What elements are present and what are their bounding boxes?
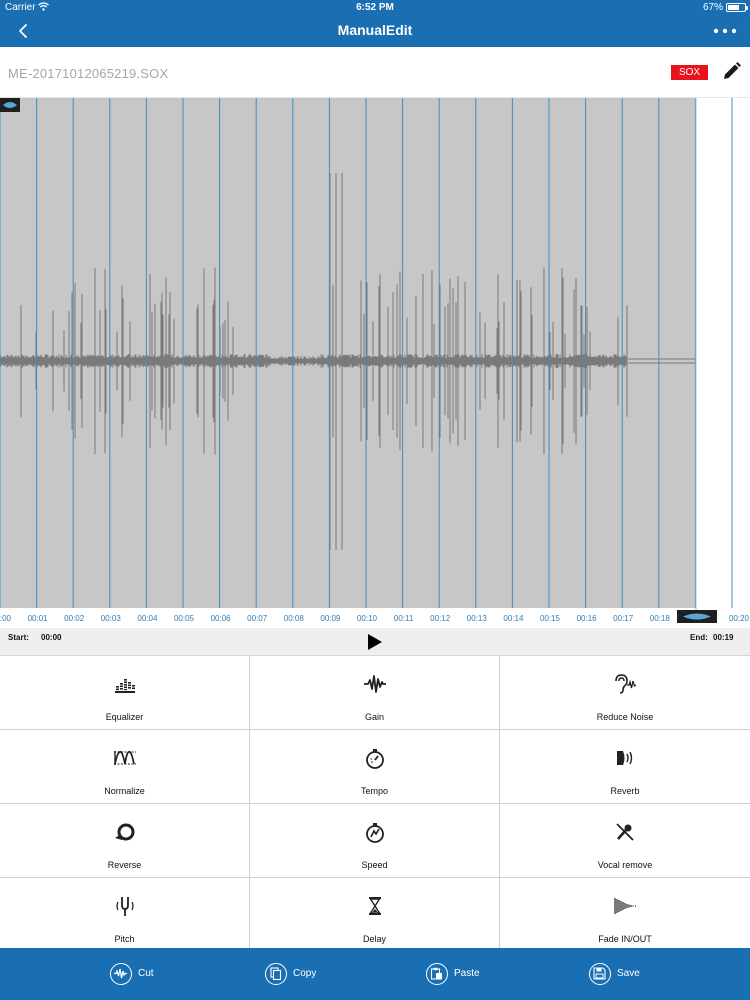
timeline-tick-label: 00:07 [247,614,268,623]
battery-percent: 67% [702,2,723,13]
tempo-icon [366,749,384,769]
reduce-noise-icon [615,674,637,694]
normalize-icon [114,750,136,765]
cut-button[interactable]: Cut [110,963,170,985]
timeline-tick-label: 00:02 [64,614,85,623]
selection-start-handle[interactable] [0,98,20,112]
timeline-tick-label: 00:16 [577,614,598,623]
battery-icon [726,3,748,12]
timeline-tick-label: 00:10 [357,614,378,623]
tool-tempo[interactable]: Tempo [250,730,500,804]
bottom-toolbar: Cut Copy Paste Save [0,948,750,1000]
tool-label: Pitch [114,934,135,944]
tool-label: Reverse [107,860,142,870]
tool-speed[interactable]: Speed [250,804,500,878]
cut-label: Cut [138,968,154,979]
format-badge: SOX [671,65,708,80]
tool-gain[interactable]: Gain [250,656,500,730]
tool-reverse[interactable]: Reverse [0,804,250,878]
save-label: Save [617,968,640,979]
tool-label: Tempo [360,786,388,796]
reverse-icon [115,823,135,841]
page-title: ManualEdit [337,22,413,38]
edit-pencil-button[interactable] [720,61,742,83]
tool-label: Reverb [610,786,640,796]
status-bar: Carrier 6:52 PM 67% [0,0,750,16]
tool-label: Speed [361,860,388,870]
copy-button[interactable]: Copy [265,963,335,985]
file-bar: ME-20171012065219.SOX SOX [0,47,750,98]
save-disk-icon [593,967,606,980]
timeline-tick-label: 00:12 [430,614,451,623]
tool-equalizer[interactable]: Equalizer [0,656,250,730]
manual-edit-screen: Carrier 6:52 PM 67% ManualEdit ME-201710… [0,0,750,1000]
waveform-canvas[interactable]: 00:00 00:01 00:02 00:03 00:04 00:05 00:06 00:07… [0,98,750,628]
tool-vocal-remove[interactable]: Vocal remove [500,804,750,878]
tool-fade[interactable]: Fade IN/OUT [500,878,750,948]
start-label: Start: [8,633,29,642]
effects-grid: Equalizer Gain Reduce Noise Normalize Te… [0,656,750,948]
tool-label: Reduce Noise [596,712,654,722]
end-label: End: [690,633,708,642]
selection-end-handle[interactable] [677,610,717,623]
timeline-tick-label: 00:18 [650,614,671,623]
waveform-background [0,98,696,608]
timeline-tick-label: 00:09 [320,614,341,623]
tool-delay[interactable]: Delay [250,878,500,948]
tool-label: Gain [364,712,384,722]
tool-reverb[interactable]: Reverb [500,730,750,804]
paste-button[interactable]: Paste [426,963,496,985]
file-name: ME-20171012065219.SOX [8,66,169,81]
pitch-icon [116,897,134,916]
reverb-icon [617,751,633,765]
timeline-tick-label: 00:04 [137,614,158,623]
tool-pitch[interactable]: Pitch [0,878,250,948]
cut-wave-icon [114,968,127,979]
transport-bar: Start: 00:00 End: 00:19 [0,628,750,656]
copy-label: Copy [293,968,317,979]
paste-icon [430,967,442,980]
hourglass-icon [369,897,381,915]
tool-normalize[interactable]: Normalize [0,730,250,804]
tool-label: Fade IN/OUT [598,934,652,944]
more-options-button[interactable] [712,22,738,40]
copy-icon [270,967,282,980]
timeline-tick-label: 00:14 [503,614,524,623]
fade-icon [614,898,636,914]
paste-label: Paste [454,968,480,979]
tool-label: Vocal remove [597,860,653,870]
timeline-tick-label: 00:11 [394,614,414,623]
timeline-tick-label: 00:13 [467,614,488,623]
timeline-tick-label: 00:01 [28,614,49,623]
tool-label: Equalizer [105,712,144,722]
timeline-tick-label: 00:08 [284,614,305,623]
end-time[interactable]: 00:19 [713,633,733,642]
play-button[interactable] [366,632,384,652]
navigation-bar: Carrier 6:52 PM 67% ManualEdit [0,0,750,47]
timeline-tick-label: 00:15 [540,614,561,623]
tool-label: Normalize [104,786,145,796]
status-time: 6:52 PM [356,2,394,13]
save-button[interactable]: Save [589,963,654,985]
timeline-tick-label: 00:03 [101,614,122,623]
tool-reduce-noise[interactable]: Reduce Noise [500,656,750,730]
start-time[interactable]: 00:00 [41,633,61,642]
timeline-tick-label: 00:05 [174,614,195,623]
equalizer-icon [115,679,135,693]
gain-icon [364,675,386,693]
timeline-tick-label: 00:00 [0,614,12,623]
timeline-tick-label: 00:20 [729,614,750,623]
vocal-remove-icon [616,823,634,841]
waveform-editor[interactable]: 00:00 00:01 00:02 00:03 00:04 00:05 00:06 00:07… [0,98,750,628]
tool-label: Delay [362,934,386,944]
speed-icon [366,823,384,843]
timeline-tick-label: 00:17 [613,614,634,623]
timeline-tick-label: 00:06 [211,614,232,623]
